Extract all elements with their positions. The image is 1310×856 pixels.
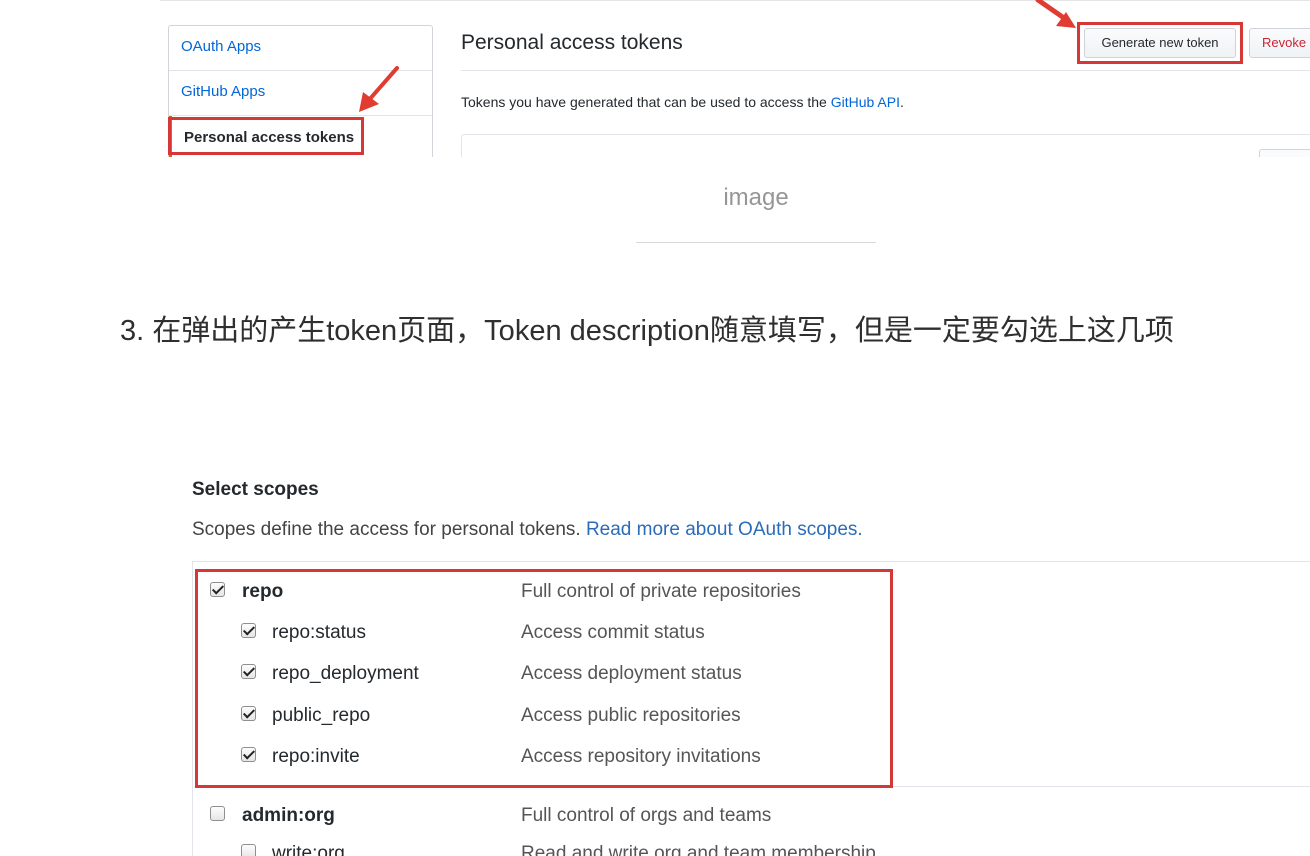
token-action-button[interactable]	[1259, 149, 1310, 157]
caption-underline	[636, 242, 876, 243]
scope-checkbox[interactable]	[241, 844, 256, 856]
step-instruction: 3. 在弹出的产生token页面，Token description随意填写，但…	[120, 315, 1174, 347]
sidebar-item-label: GitHub Apps	[181, 83, 266, 100]
scope-description: Full control of orgs and teams	[521, 805, 772, 826]
tokens-description: Tokens you have generated that can be us…	[461, 94, 904, 110]
scope-description: Read and write org and team membership	[521, 843, 876, 856]
token-list	[461, 134, 1310, 157]
revoke-button[interactable]: Revoke	[1249, 28, 1310, 58]
scope-checkbox[interactable]	[210, 806, 225, 821]
arrow-icon	[359, 66, 399, 112]
scopes-description-text: Scopes define the access for personal to…	[192, 519, 586, 540]
description-text: .	[899, 94, 904, 110]
divider	[461, 70, 1310, 71]
arrow-icon	[1035, 0, 1076, 28]
highlight-box	[195, 569, 893, 788]
github-api-link[interactable]: GitHub API	[831, 94, 900, 110]
scopes-description: Scopes define the access for personal to…	[192, 519, 863, 541]
highlight-box	[168, 117, 364, 155]
oauth-scopes-link[interactable]: Read more about OAuth scopes.	[586, 519, 863, 540]
divider	[160, 0, 1310, 1]
description-text: Tokens you have generated that can be us…	[461, 94, 831, 110]
github-settings-screenshot: OAuth Apps GitHub Apps Personal access t…	[0, 0, 1310, 157]
generate-new-token-button[interactable]: Generate new token	[1084, 28, 1236, 58]
image-caption: image	[723, 184, 789, 211]
sidebar-item-label: OAuth Apps	[181, 38, 262, 55]
scopes-title: Select scopes	[192, 479, 319, 500]
page-title: Personal access tokens	[461, 31, 683, 54]
scope-name: write:org	[272, 843, 345, 856]
scope-name: admin:org	[242, 805, 335, 826]
select-scopes-screenshot: Select scopes Scopes define the access f…	[180, 465, 1310, 856]
